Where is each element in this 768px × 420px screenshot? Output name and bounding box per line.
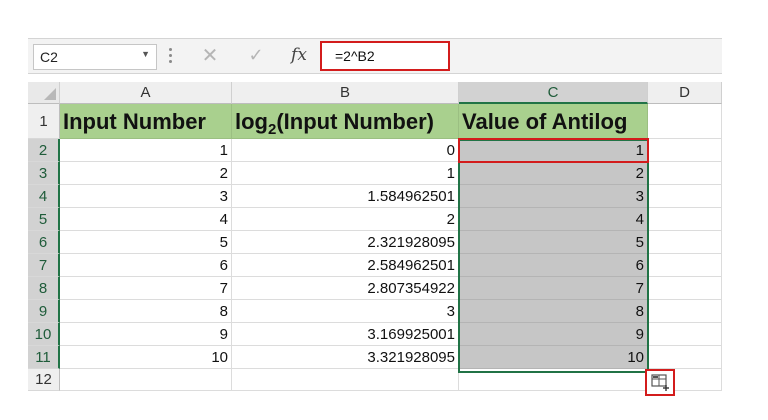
cell-a12[interactable]: [60, 369, 232, 391]
cell-b8[interactable]: 2.807354922: [232, 277, 459, 300]
cell-d3[interactable]: [648, 162, 722, 185]
header-log-suffix: (Input Number): [276, 109, 434, 134]
cell-b9[interactable]: 3: [232, 300, 459, 323]
cell-d7[interactable]: [648, 254, 722, 277]
cell-c10[interactable]: 9: [459, 323, 648, 346]
row-header-6[interactable]: 6: [28, 231, 60, 254]
cell-b10[interactable]: 3.169925001: [232, 323, 459, 346]
cell-d5[interactable]: [648, 208, 722, 231]
cell-b6[interactable]: 2.321928095: [232, 231, 459, 254]
cell-d10[interactable]: [648, 323, 722, 346]
column-header-d[interactable]: D: [648, 82, 722, 104]
cell-c7[interactable]: 6: [459, 254, 648, 277]
cell-c3[interactable]: 2: [459, 162, 648, 185]
cell-b12[interactable]: [232, 369, 459, 391]
formula-text: =2^B2: [335, 48, 375, 64]
row-header-3[interactable]: 3: [28, 162, 60, 185]
cell-a3[interactable]: 2: [60, 162, 232, 185]
insert-function-icon[interactable]: fx: [287, 45, 311, 65]
name-box[interactable]: C2 ▼: [33, 44, 157, 70]
cell-a10[interactable]: 9: [60, 323, 232, 346]
column-header-b[interactable]: B: [232, 82, 459, 104]
header-log-subscript: 2: [268, 121, 277, 138]
cell-b7[interactable]: 2.584962501: [232, 254, 459, 277]
cell-a11[interactable]: 10: [60, 346, 232, 369]
cell-c9[interactable]: 8: [459, 300, 648, 323]
row-header-5[interactable]: 5: [28, 208, 60, 231]
row-header-11[interactable]: 11: [28, 346, 60, 369]
name-box-value: C2: [40, 49, 58, 65]
row-header-1[interactable]: 1: [28, 104, 60, 139]
cell-a8[interactable]: 7: [60, 277, 232, 300]
cell-d2[interactable]: [648, 139, 722, 162]
cell-b1[interactable]: log2(Input Number): [232, 104, 459, 139]
cell-c11[interactable]: 10: [459, 346, 648, 369]
cell-d11[interactable]: [648, 346, 722, 369]
cell-b2[interactable]: 0: [232, 139, 459, 162]
cell-c4[interactable]: 3: [459, 185, 648, 208]
formula-input[interactable]: =2^B2: [320, 41, 450, 71]
column-header-c[interactable]: C: [459, 82, 648, 104]
cell-a6[interactable]: 5: [60, 231, 232, 254]
cell-b4[interactable]: 1.584962501: [232, 185, 459, 208]
cell-b11[interactable]: 3.321928095: [232, 346, 459, 369]
cell-a4[interactable]: 3: [60, 185, 232, 208]
cell-c8[interactable]: 7: [459, 277, 648, 300]
row-header-7[interactable]: 7: [28, 254, 60, 277]
cell-d9[interactable]: [648, 300, 722, 323]
cell-c6[interactable]: 5: [459, 231, 648, 254]
drag-handle-icon[interactable]: [169, 48, 173, 66]
chevron-down-icon[interactable]: ▼: [141, 49, 150, 59]
cell-c1[interactable]: Value of Antilog: [459, 104, 648, 139]
row-header-8[interactable]: 8: [28, 277, 60, 300]
row-header-12[interactable]: 12: [28, 369, 60, 391]
cell-d6[interactable]: [648, 231, 722, 254]
cell-d1[interactable]: [648, 104, 722, 139]
cell-b5[interactable]: 2: [232, 208, 459, 231]
cell-c2[interactable]: 1: [459, 139, 648, 162]
cell-a7[interactable]: 6: [60, 254, 232, 277]
cell-c12[interactable]: [459, 369, 648, 391]
select-all-button[interactable]: [28, 82, 60, 104]
cell-c5[interactable]: 4: [459, 208, 648, 231]
cancel-icon[interactable]: ✕: [198, 43, 222, 68]
cell-a9[interactable]: 8: [60, 300, 232, 323]
row-header-10[interactable]: 10: [28, 323, 60, 346]
row-header-2[interactable]: 2: [28, 139, 60, 162]
cell-d4[interactable]: [648, 185, 722, 208]
cell-d8[interactable]: [648, 277, 722, 300]
cell-a2[interactable]: 1: [60, 139, 232, 162]
quick-analysis-icon[interactable]: [645, 369, 675, 396]
cell-a5[interactable]: 4: [60, 208, 232, 231]
row-header-4[interactable]: 4: [28, 185, 60, 208]
cell-b3[interactable]: 1: [232, 162, 459, 185]
check-icon[interactable]: ✓: [244, 45, 268, 66]
row-header-9[interactable]: 9: [28, 300, 60, 323]
formula-bar: C2 ▼ ✕ ✓ fx =2^B2: [28, 38, 722, 74]
header-log-prefix: log: [235, 109, 268, 134]
column-header-a[interactable]: A: [60, 82, 232, 104]
cell-a1[interactable]: Input Number: [60, 104, 232, 139]
